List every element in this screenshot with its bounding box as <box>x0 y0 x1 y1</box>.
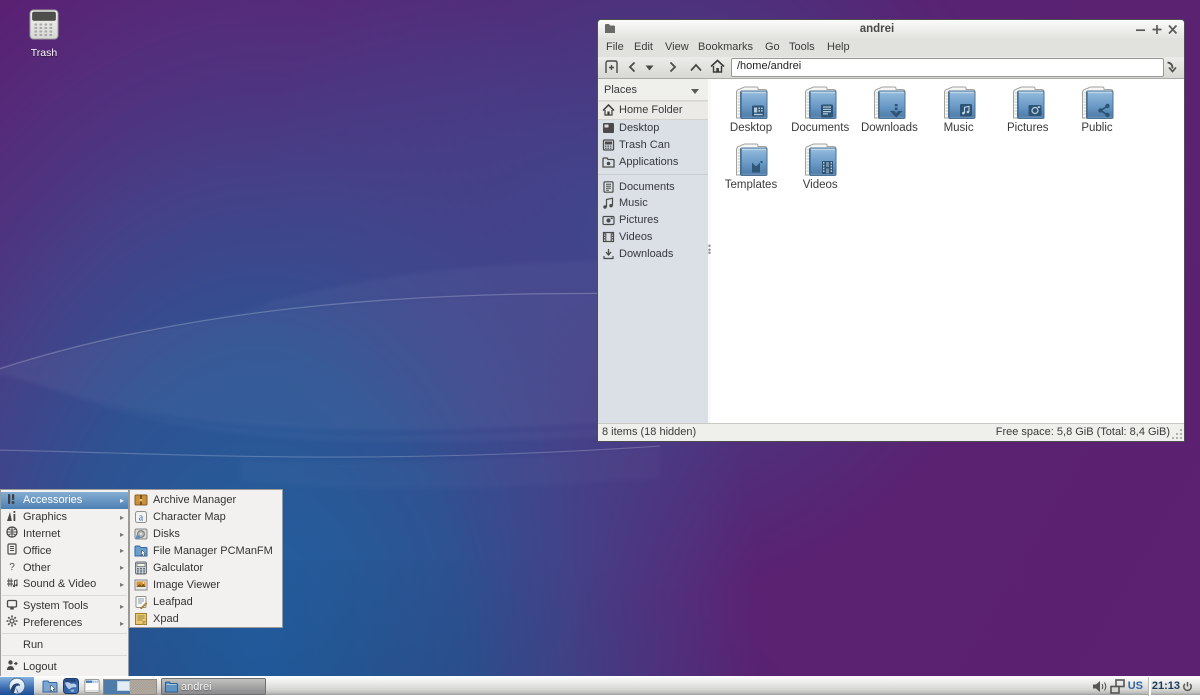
svg-text:?: ? <box>9 562 15 572</box>
svg-text:a: a <box>139 513 144 524</box>
